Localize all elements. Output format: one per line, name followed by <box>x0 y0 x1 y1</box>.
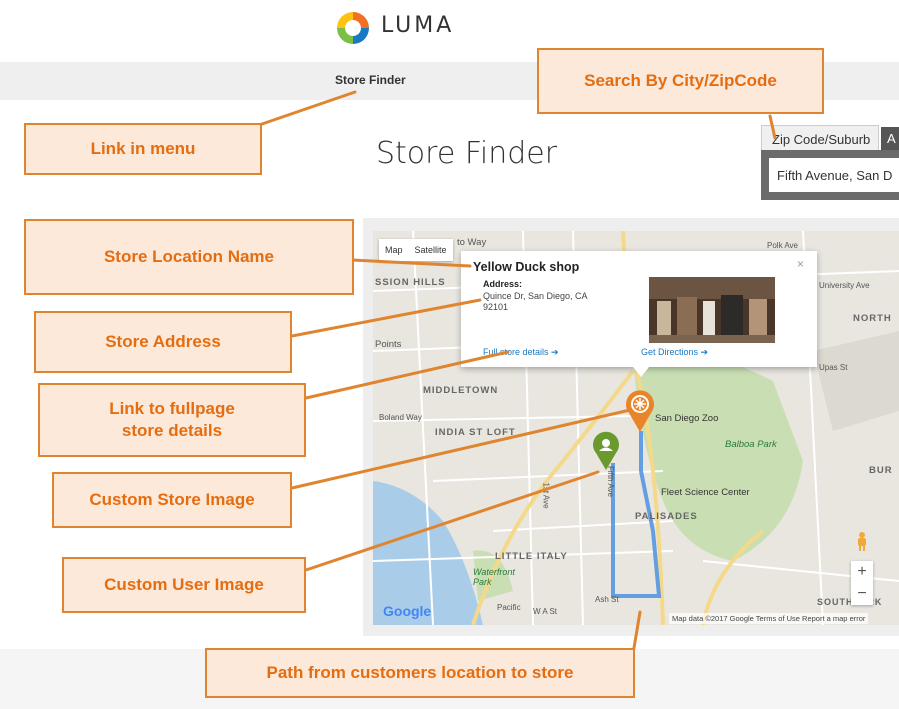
address-label: Address: <box>483 279 523 289</box>
callout-store-address: Store Address <box>34 311 292 373</box>
luma-logo-icon[interactable] <box>335 10 371 46</box>
map-type-control: Map Satellite <box>379 239 453 261</box>
callout-text: Link in menu <box>90 139 196 158</box>
callout-text: Store Address <box>105 332 221 351</box>
callout-text: Store Location Name <box>103 247 275 266</box>
map-tab-satellite[interactable]: Satellite <box>409 239 453 261</box>
map-label: NORTH <box>853 313 892 324</box>
zoom-out-button[interactable]: − <box>851 583 873 605</box>
map-tab-map[interactable]: Map <box>379 239 409 261</box>
google-logo: Google <box>383 603 432 619</box>
map-label: University Ave <box>819 281 870 290</box>
callout-search-by-city-zipcode: Search By City/ZipCode <box>537 48 824 114</box>
map-label: W A St <box>533 607 558 616</box>
map-label: SSION HILLS <box>375 277 446 288</box>
get-directions-link[interactable]: Get Directions ➔ <box>641 347 708 358</box>
map-label: Balboa Park <box>725 439 777 450</box>
map-label: Waterfront Park <box>473 567 515 587</box>
callout-path-to-store: Path from customers location to store <box>205 648 635 698</box>
search-input[interactable] <box>769 158 899 192</box>
store-marker-icon[interactable] <box>623 389 657 433</box>
page-title: Store Finder <box>376 136 558 171</box>
store-search-widget: Zip Code/Suburb A <box>761 125 899 200</box>
full-store-details-link[interactable]: Full store details ➔ <box>483 347 559 358</box>
callout-text: Path from customers location to store <box>266 663 574 682</box>
callout-store-location-name: Store Location Name <box>24 219 354 295</box>
map-label: BUR <box>869 465 893 476</box>
neighborhood-area <box>813 331 899 431</box>
map-label: 1st Ave <box>541 482 551 509</box>
callout-link-in-menu: Link in menu <box>24 123 262 175</box>
map-label: Upas St <box>819 363 848 372</box>
map-label: MIDDLETOWN <box>423 385 499 396</box>
map-label: Points <box>375 339 402 350</box>
map-label: Polk Ave <box>767 241 798 250</box>
store-info-window: Yellow Duck shop × Address: Quince Dr, S… <box>461 251 817 367</box>
street-view-pegman-icon[interactable] <box>855 531 869 551</box>
logo-text[interactable]: LUMA <box>381 13 454 38</box>
close-icon[interactable]: × <box>797 257 804 271</box>
map-label: San Diego Zoo <box>655 413 719 424</box>
callout-custom-user-image: Custom User Image <box>62 557 306 613</box>
callout-text-line1: Link to fullpage <box>109 399 235 418</box>
map-label: to Way <box>457 237 487 248</box>
callout-text: Custom User Image <box>104 575 264 594</box>
info-window-pointer <box>633 367 649 377</box>
callout-text: Search By City/ZipCode <box>584 71 777 90</box>
map-label: PALISADES <box>635 511 698 522</box>
zoom-in-button[interactable]: + <box>851 561 873 583</box>
store-image <box>649 277 775 343</box>
callout-text: Custom Store Image <box>89 490 255 509</box>
user-location-marker-icon[interactable] <box>591 431 621 471</box>
search-box <box>761 150 899 200</box>
tab-zip-code-suburb[interactable]: Zip Code/Suburb <box>761 125 879 151</box>
map-label: Pacific <box>497 603 521 612</box>
map-label: LITTLE ITALY <box>495 551 568 562</box>
zoom-control: + − <box>851 561 873 605</box>
store-address: Quince Dr, San Diego, CA 92101 <box>483 291 588 312</box>
map-label: Boland Way <box>379 413 422 422</box>
map-label: Ash St <box>595 595 619 604</box>
map-attribution[interactable]: Map data ©2017 Google Terms of Use Repor… <box>669 613 869 624</box>
store-name: Yellow Duck shop <box>473 260 580 274</box>
map-label: INDIA ST LOFT <box>435 427 516 438</box>
store-map[interactable]: to Way SSION HILLS Points MIDDLETOWN Bol… <box>373 231 899 625</box>
callout-text-line2: store details <box>121 421 223 440</box>
nav-link-store-finder[interactable]: Store Finder <box>335 73 406 87</box>
tab-address[interactable]: A <box>881 127 899 151</box>
callout-custom-store-image: Custom Store Image <box>52 472 292 528</box>
callout-link-fullpage-store-details: Link to fullpage store details <box>38 383 306 457</box>
map-label: Fleet Science Center <box>661 487 750 498</box>
